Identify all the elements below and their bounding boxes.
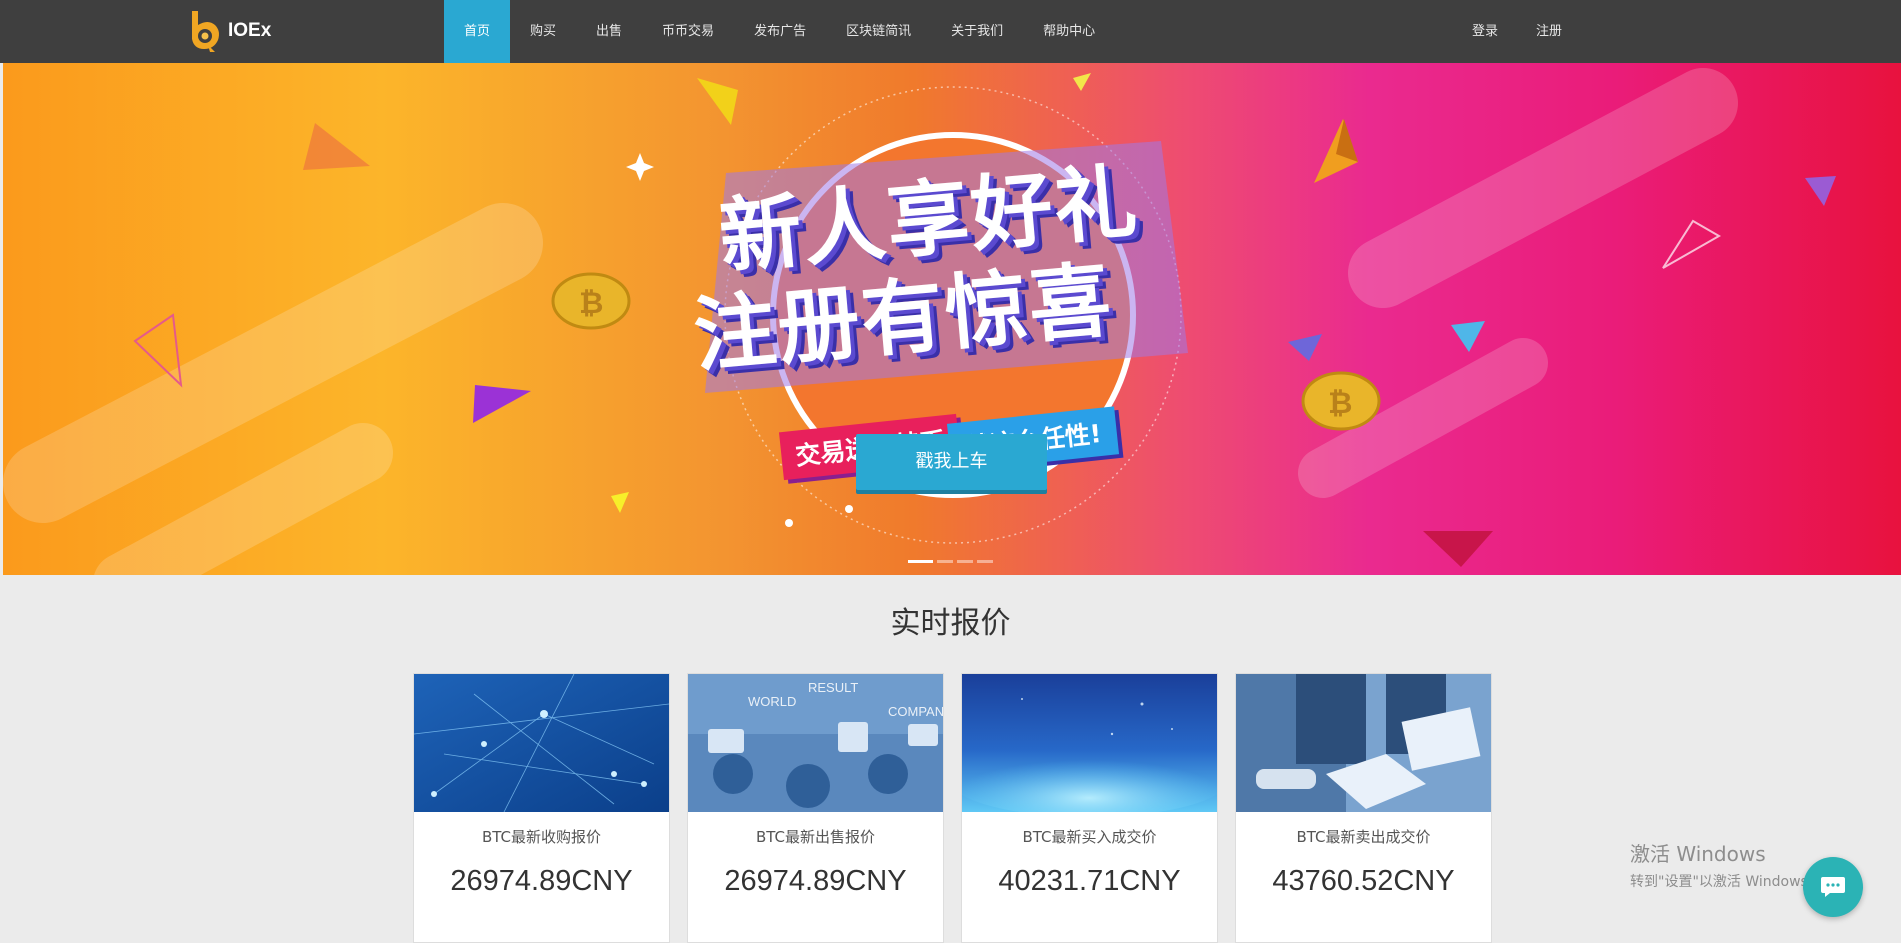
- card-value: 43760.52CNY: [1272, 865, 1455, 897]
- card-value: 26974.89CNY: [724, 865, 907, 897]
- quote-card-sell-deal[interactable]: BTC最新卖出成交价 43760.52CNY: [1235, 673, 1492, 943]
- nav-home[interactable]: 首页: [444, 0, 511, 63]
- windows-activation-watermark: 激活 Windows 转到"设置"以激活 Windows。: [1630, 838, 1822, 891]
- section-title-quotes: 实时报价: [890, 606, 1011, 641]
- business-people-image: [1236, 674, 1491, 812]
- watermark-title: 激活 Windows: [1630, 842, 1766, 866]
- nav-about-us[interactable]: 关于我们: [931, 0, 1023, 63]
- network-nodes-image: [414, 674, 669, 812]
- quote-card-buy-deal[interactable]: BTC最新买入成交价 40231.71CNY: [961, 673, 1218, 943]
- top-header: IOEx 首页 购买 出售 币币交易 发布广告 区块链简讯 关于我们 帮助中心 …: [0, 0, 1901, 63]
- brand-logo[interactable]: IOEx: [188, 8, 271, 54]
- main-nav: 首页 购买 出售 币币交易 发布广告 区块链简讯 关于我们 帮助中心: [444, 0, 1115, 63]
- carousel-indicators: [908, 560, 993, 563]
- join-now-button[interactable]: 戳我上车: [856, 434, 1047, 490]
- brand-name: IOEx: [228, 20, 272, 41]
- carousel-dot-1[interactable]: [908, 560, 933, 563]
- card-label: BTC最新出售报价: [755, 828, 876, 846]
- blue-horizon-image: [962, 674, 1217, 812]
- svg-text:COMPANY: COMPANY: [888, 704, 943, 719]
- nav-coin-trade[interactable]: 币币交易: [642, 0, 734, 63]
- logo-icon: [192, 11, 219, 52]
- chat-button[interactable]: [1803, 857, 1863, 917]
- people-tablets-image: RESULT WORLD COMPANY: [688, 674, 943, 812]
- nav-post-ad[interactable]: 发布广告: [734, 0, 826, 63]
- svg-text:₿: ₿: [579, 287, 603, 320]
- carousel-dot-4[interactable]: [977, 560, 993, 563]
- nav-sell[interactable]: 出售: [576, 0, 642, 63]
- carousel-dot-3[interactable]: [957, 560, 973, 563]
- auth-links: 登录 注册: [1453, 0, 1581, 63]
- register-link[interactable]: 注册: [1517, 0, 1581, 63]
- hero-banner[interactable]: ₿ ₿ 新人享好礼 注册有惊喜 交易送比特币 就这么任性! 戳我上车: [3, 63, 1901, 575]
- carousel-dot-2[interactable]: [937, 560, 953, 563]
- quote-card-buy-price[interactable]: BTC最新收购报价 26974.89CNY: [413, 673, 670, 943]
- nav-blockchain-news[interactable]: 区块链简讯: [826, 0, 931, 63]
- quote-card-sell-price[interactable]: RESULT WORLD COMPANY BTC最新出售报价 26974.89CNY: [687, 673, 944, 943]
- card-value: 26974.89CNY: [450, 865, 633, 897]
- login-link[interactable]: 登录: [1453, 0, 1517, 63]
- card-value: 40231.71CNY: [998, 865, 1181, 897]
- card-label: BTC最新收购报价: [481, 828, 602, 846]
- svg-text:₿: ₿: [1328, 387, 1352, 420]
- card-label: BTC最新卖出成交价: [1296, 828, 1431, 846]
- nav-help-center[interactable]: 帮助中心: [1023, 0, 1115, 63]
- card-label: BTC最新买入成交价: [1022, 828, 1157, 846]
- watermark-subtitle: 转到"设置"以激活 Windows。: [1630, 874, 1822, 890]
- chat-bubble-icon: [1821, 877, 1845, 897]
- svg-text:RESULT: RESULT: [808, 680, 858, 695]
- svg-text:WORLD: WORLD: [748, 694, 796, 709]
- nav-buy[interactable]: 购买: [510, 0, 576, 63]
